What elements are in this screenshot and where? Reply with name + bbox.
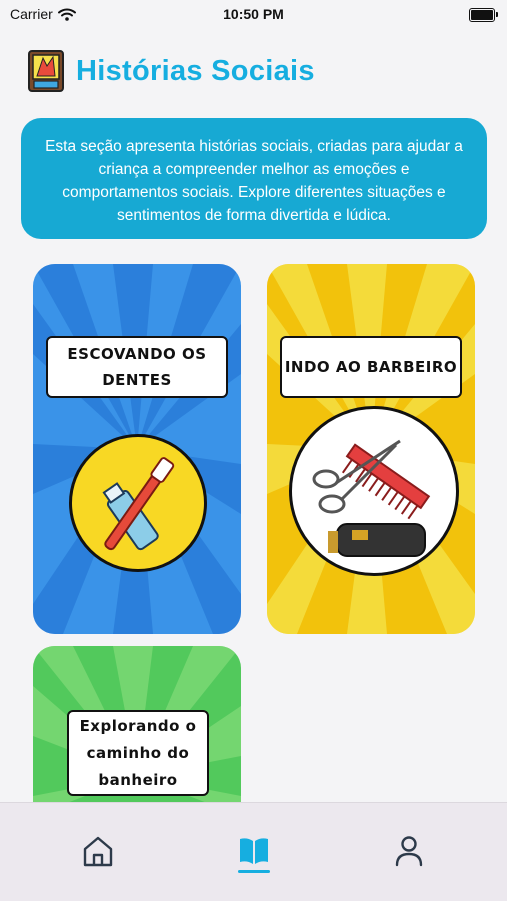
tab-home[interactable] [80, 833, 116, 873]
clock: 10:50 PM [223, 6, 284, 22]
card-label: Explorando o caminho do banheiro [67, 710, 209, 796]
barber-tools-icon [289, 406, 459, 576]
story-card-escovando-dentes[interactable]: ESCOVANDO OS DENTES [33, 264, 241, 634]
story-card-caminho-banheiro[interactable]: Explorando o caminho do banheiro [33, 646, 241, 816]
page-header: Histórias Sociais [28, 48, 315, 94]
toothbrush-icon [69, 434, 207, 572]
story-card-indo-barbeiro[interactable]: INDO AO BARBEIRO [267, 264, 475, 634]
active-tab-indicator [238, 870, 270, 873]
status-bar: Carrier 10:50 PM [0, 0, 507, 30]
page-title: Histórias Sociais [76, 54, 315, 87]
tab-bar [0, 802, 507, 901]
card-label: INDO AO BARBEIRO [280, 336, 462, 398]
banner-text: Esta seção apresenta histórias sociais, … [45, 138, 463, 224]
home-icon [83, 836, 113, 867]
tab-stories[interactable] [236, 833, 272, 873]
info-banner: Esta seção apresenta histórias sociais, … [21, 118, 487, 239]
battery-icon [469, 8, 498, 22]
tab-profile[interactable] [391, 833, 427, 873]
storybook-app-icon [28, 50, 64, 92]
book-icon [240, 838, 268, 864]
person-icon [395, 836, 423, 867]
card-label: ESCOVANDO OS DENTES [46, 336, 228, 398]
